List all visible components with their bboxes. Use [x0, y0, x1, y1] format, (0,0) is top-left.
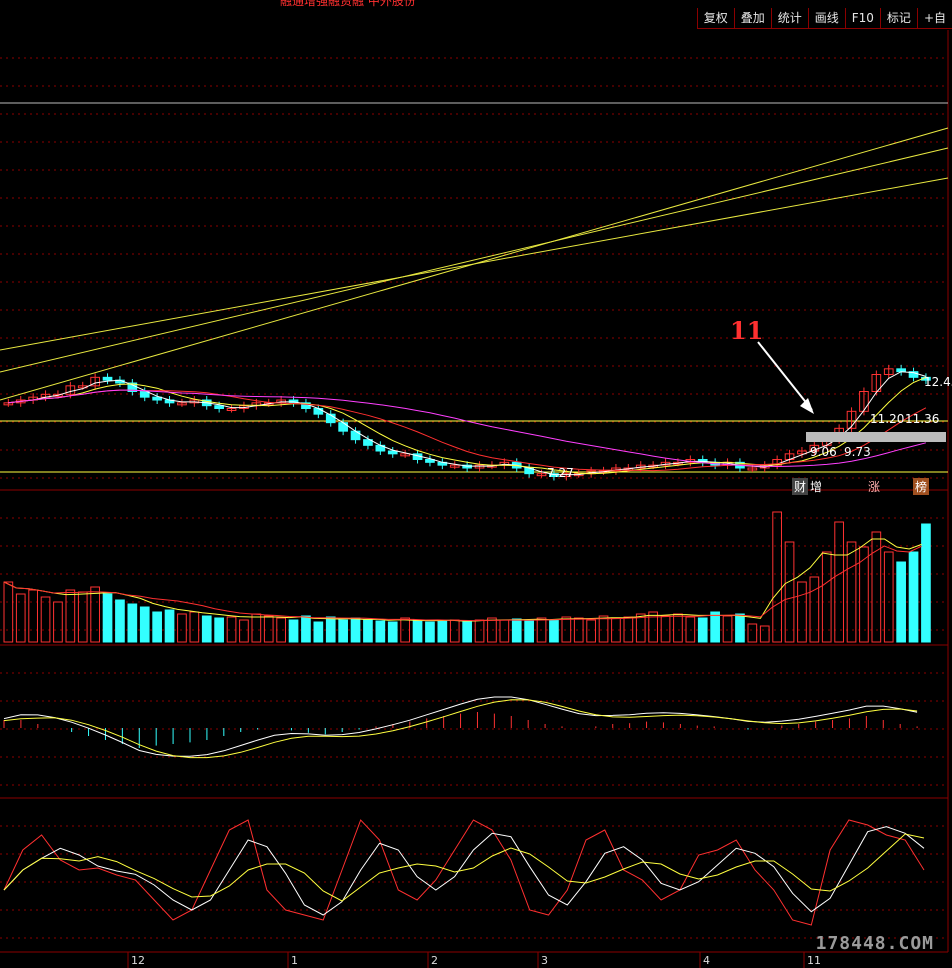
volume-bar	[449, 619, 460, 643]
volume-bar	[710, 611, 720, 643]
volume-bar	[53, 601, 63, 643]
watermark: 178448.COM	[815, 933, 934, 954]
candle-body	[214, 405, 224, 409]
event-tag-rise[interactable]: 涨	[866, 478, 882, 495]
volume-bar	[28, 589, 38, 643]
volume-bar	[784, 541, 795, 643]
moving-average-line	[8, 389, 927, 468]
volume-bar	[251, 613, 262, 643]
x-axis-label: 12	[131, 954, 145, 967]
price-label-mid-left: 11.20	[870, 412, 905, 426]
volume-bar	[77, 591, 88, 643]
volume-bar	[102, 593, 113, 643]
event-tag-rank[interactable]: 榜	[913, 478, 930, 495]
volume-bar	[350, 617, 361, 643]
volume-bar	[883, 551, 894, 643]
volume-bar	[412, 619, 423, 643]
volume-bar	[697, 617, 708, 643]
x-axis-label: 3	[541, 954, 548, 967]
volume-bar	[288, 619, 299, 643]
candle-body	[313, 408, 324, 415]
x-axis-label: 11	[807, 954, 821, 967]
price-label-high: 12.45	[924, 375, 952, 389]
volume-bar	[152, 611, 162, 643]
volume-bar	[15, 593, 26, 643]
candle-body	[102, 376, 113, 381]
price-label-mid-right: 11.36	[905, 412, 940, 426]
volume-bar	[747, 623, 758, 643]
volume-bar	[908, 551, 919, 643]
volume-bar	[387, 621, 398, 643]
volume-bar	[921, 523, 931, 643]
volume-bar	[214, 617, 224, 643]
price-label-min: 7.27	[547, 466, 574, 480]
kdj-d-line	[3, 833, 925, 902]
volume-bar	[809, 576, 820, 643]
moving-average-line	[8, 389, 927, 472]
volume-bar	[598, 615, 609, 643]
candle-body	[350, 430, 361, 441]
volume-bar	[722, 615, 733, 643]
volume-bar	[139, 606, 150, 643]
volume-bar	[772, 511, 782, 643]
volume-bar	[375, 620, 386, 643]
volume-bar	[586, 619, 596, 643]
volume-bar	[511, 618, 522, 643]
volume-bar	[301, 615, 311, 643]
volume-bar	[896, 561, 906, 643]
volume-bar	[313, 621, 324, 643]
volume-bar	[524, 620, 534, 643]
volume-bar	[437, 620, 448, 643]
price-label-low-right: 9.73	[844, 445, 871, 459]
volume-bar	[276, 617, 286, 643]
volume-bar	[673, 613, 683, 643]
volume-bar	[325, 616, 336, 643]
volume-bar	[834, 521, 844, 643]
volume-bar	[40, 596, 51, 643]
price-label-low-left: 9.06	[810, 445, 837, 459]
volume-bar	[3, 581, 14, 643]
volume-bar	[821, 551, 832, 643]
x-axis-label: 2	[431, 954, 438, 967]
volume-bar	[65, 589, 76, 643]
volume-bar	[474, 619, 485, 643]
price-band	[806, 432, 946, 442]
x-axis-label: 1	[291, 954, 298, 967]
volume-bar	[263, 615, 274, 643]
volume-bar	[425, 621, 435, 643]
annotation-arrow-head	[800, 398, 814, 414]
volume-bar	[660, 615, 671, 643]
volume-bar	[561, 616, 572, 643]
volume-bar	[846, 541, 857, 643]
volume-bar	[338, 619, 348, 643]
annotation-label: 11	[730, 316, 764, 345]
volume-bar	[462, 621, 472, 643]
volume-bar	[499, 619, 510, 643]
volume-bar	[549, 619, 559, 643]
volume-bar	[797, 581, 807, 643]
volume-bar	[573, 617, 584, 643]
event-tag-increase[interactable]: 增	[808, 478, 824, 495]
trend-channel-line	[0, 177, 949, 351]
volume-bar	[487, 617, 497, 643]
candle-body	[387, 450, 398, 455]
kdj-k-line	[3, 826, 925, 916]
volume-bar	[127, 603, 138, 643]
volume-bar	[735, 613, 745, 643]
volume-bar	[239, 619, 249, 643]
volume-bar	[177, 613, 187, 643]
volume-bar	[201, 615, 212, 643]
event-tag-finance[interactable]: 财	[792, 478, 809, 495]
volume-bar	[115, 599, 125, 643]
annotation-arrow-shaft	[757, 341, 813, 411]
volume-bar	[759, 625, 770, 643]
kdj-j-line	[3, 819, 925, 926]
candle-body	[338, 422, 348, 432]
volume-bar	[164, 609, 175, 643]
volume-bar	[189, 611, 200, 643]
volume-bar	[90, 586, 100, 643]
x-axis-label: 4	[703, 954, 710, 967]
volume-bar	[363, 619, 373, 643]
